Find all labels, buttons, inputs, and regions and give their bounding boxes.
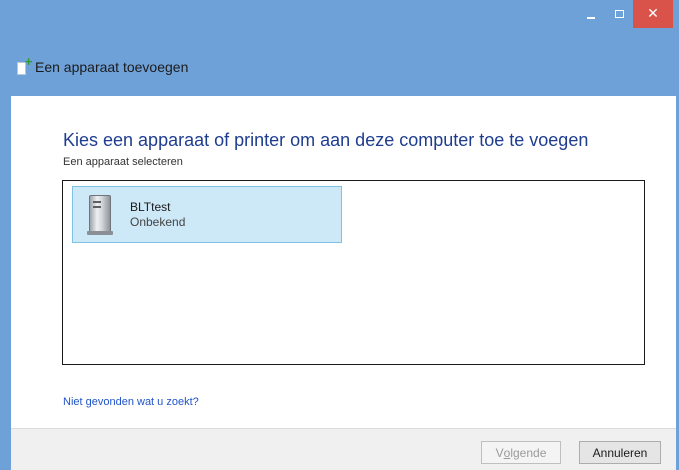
next-label-prefix: V: [495, 445, 504, 460]
next-button[interactable]: Vo lgende: [481, 441, 561, 464]
add-device-icon: +: [16, 56, 33, 75]
device-status: Onbekend: [130, 214, 186, 229]
computer-tower-icon: [86, 193, 116, 237]
maximize-button[interactable]: [605, 0, 633, 28]
device-text: BLTtest Onbekend: [130, 200, 185, 230]
device-item-bltest[interactable]: BLTtest Onbekend: [72, 186, 342, 243]
not-found-link[interactable]: Niet gevonden wat u zoekt?: [63, 396, 199, 408]
caption-buttons: ✕: [577, 0, 679, 28]
device-list-label: Een apparaat selecteren: [63, 156, 183, 168]
next-label-suffix: lgende: [510, 445, 547, 460]
next-accelerator: o: [503, 445, 511, 460]
dialog-content: Kies een apparaat of printer om aan deze…: [11, 96, 676, 470]
window: ✕ + Een apparaat toevoegen Kies een appa…: [0, 0, 679, 470]
maximize-icon: [614, 10, 624, 18]
close-icon: ✕: [647, 6, 659, 22]
title-bar[interactable]: ✕ + Een apparaat toevoegen: [0, 0, 679, 96]
device-name: BLTtest: [130, 199, 171, 214]
minimize-button[interactable]: [577, 0, 605, 28]
page-heading: Kies een apparaat of printer om aan deze…: [63, 130, 589, 150]
dialog-title-text: Een apparaat toevoegen: [35, 59, 189, 75]
device-list[interactable]: BLTtest Onbekend: [62, 180, 645, 365]
minimize-icon: [587, 17, 595, 19]
dialog-footer: Vo lgende Annuleren: [11, 428, 676, 470]
close-button[interactable]: ✕: [633, 0, 673, 28]
cancel-button[interactable]: Annuleren: [579, 441, 661, 464]
dialog-title: + Een apparaat toevoegen: [16, 56, 188, 78]
